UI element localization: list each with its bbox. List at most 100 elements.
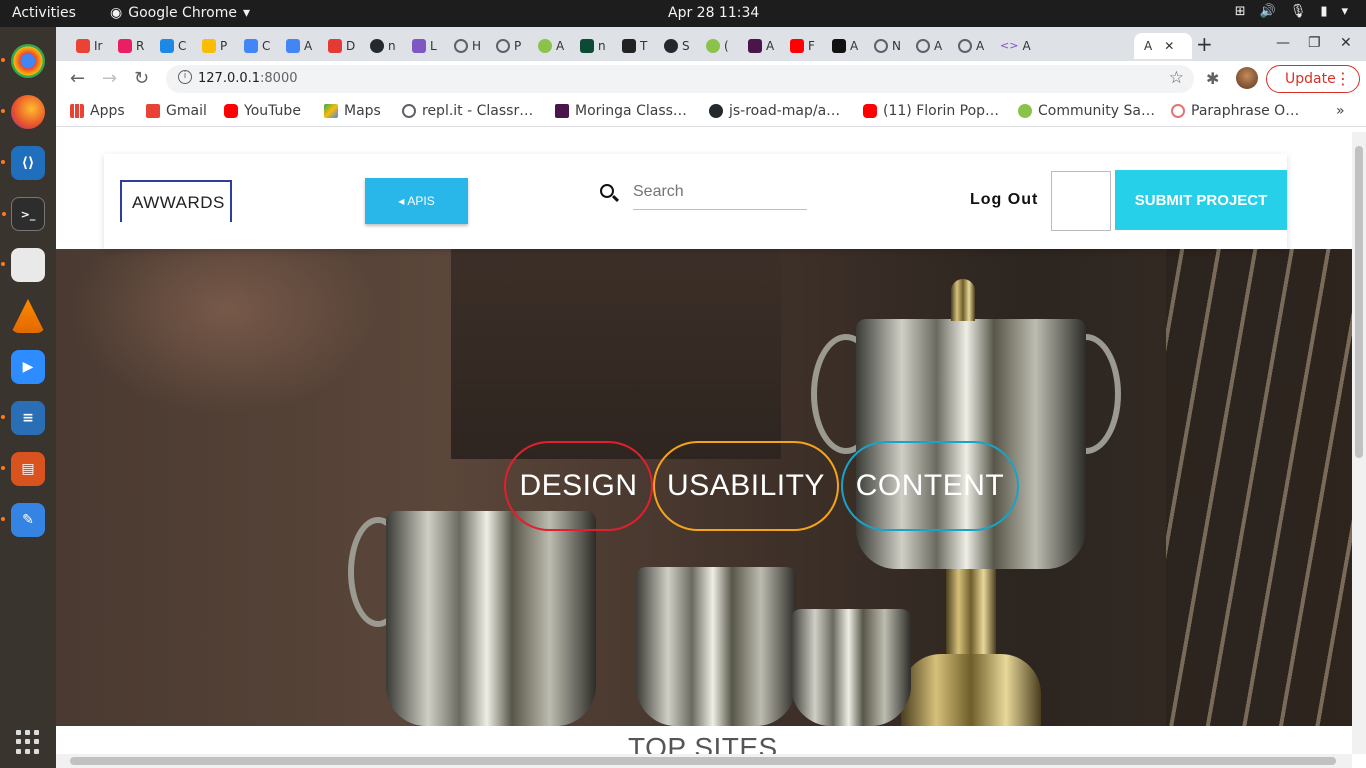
large-trophy-finial xyxy=(951,279,975,321)
apis-button[interactable]: ◀ APIS xyxy=(365,178,468,224)
minimize-icon[interactable]: — xyxy=(1276,35,1290,51)
chrome-dock-icon[interactable] xyxy=(1,44,45,78)
info-icon[interactable]: i xyxy=(178,70,192,84)
brand-logo[interactable]: AWWARDS xyxy=(120,180,232,222)
active-tab[interactable]: A ✕ xyxy=(1134,33,1192,59)
tab[interactable]: A xyxy=(822,33,860,59)
apps-grid-icon xyxy=(70,104,84,118)
show-applications-icon[interactable] xyxy=(16,730,40,754)
tab[interactable]: L xyxy=(402,33,440,59)
vertical-scrollbar[interactable] xyxy=(1352,132,1366,754)
tab[interactable]: H xyxy=(444,33,482,59)
bookmark-maps[interactable]: Maps xyxy=(324,103,381,119)
django-icon xyxy=(580,39,594,53)
docs-icon xyxy=(286,39,300,53)
address-bar[interactable]: i 127.0.0.1:8000 ☆ xyxy=(166,65,1194,93)
tab[interactable]: A xyxy=(276,33,314,59)
terminal-dock-icon[interactable]: >_ xyxy=(2,197,45,231)
tab[interactable]: <> A xyxy=(990,33,1031,59)
tab[interactable]: n xyxy=(360,33,398,59)
extensions-icon[interactable]: ✱ xyxy=(1206,69,1219,88)
bookmark-js-road-map[interactable]: js-road-map/a… xyxy=(709,103,840,119)
bookmark-gmail[interactable]: Gmail xyxy=(146,103,207,119)
new-tab-button[interactable]: + xyxy=(1196,32,1213,56)
usability-pill[interactable]: USABILITY xyxy=(653,441,839,531)
gmail-icon xyxy=(76,39,90,53)
github-icon xyxy=(709,104,723,118)
bookmarks-overflow-button[interactable]: » xyxy=(1336,103,1345,119)
more-menu-icon[interactable]: ⋮ xyxy=(1335,69,1351,88)
slack-icon xyxy=(748,39,762,53)
paraphrase-icon xyxy=(1171,104,1185,118)
globe-icon xyxy=(916,39,930,53)
close-window-icon[interactable]: ✕ xyxy=(1340,35,1352,51)
tab-strip: Ir R C P C A D n L H P A n T S ( A F A N… xyxy=(56,27,1366,61)
tab[interactable]: T xyxy=(612,33,650,59)
maximize-icon[interactable]: ❐ xyxy=(1308,35,1321,51)
vertical-scroll-thumb[interactable] xyxy=(1355,146,1363,458)
tab[interactable]: A xyxy=(906,33,944,59)
microphone-icon: 🎙 xyxy=(1289,4,1307,19)
volume-icon: 🔊 xyxy=(1259,4,1276,19)
tab[interactable]: C xyxy=(234,33,272,59)
content-pill[interactable]: CONTENT xyxy=(841,441,1019,531)
horizontal-scrollbar[interactable] xyxy=(56,754,1352,768)
design-pill[interactable]: DESIGN xyxy=(504,441,653,531)
clock[interactable]: Apr 28 11:34 xyxy=(668,5,759,21)
bookmark-replit[interactable]: repl.it - Classr… xyxy=(402,103,533,119)
globe-icon xyxy=(496,39,510,53)
profile-avatar[interactable] xyxy=(1236,67,1258,89)
vscode-dock-icon[interactable]: ⟨⟩ xyxy=(1,146,45,180)
drive-icon xyxy=(202,39,216,53)
search-input[interactable] xyxy=(633,174,807,210)
tab[interactable]: C xyxy=(150,33,188,59)
bookmark-community[interactable]: Community Sa… xyxy=(1018,103,1155,119)
small-trophy-cup xyxy=(386,511,596,726)
tab[interactable]: A xyxy=(528,33,566,59)
profile-image[interactable] xyxy=(1051,171,1111,231)
tab[interactable]: D xyxy=(318,33,356,59)
palm-icon xyxy=(706,39,720,53)
impress-dock-icon[interactable]: ▤ xyxy=(1,452,45,486)
logout-link[interactable]: Log Out xyxy=(970,191,1038,209)
submit-project-button[interactable]: SUBMIT PROJECT xyxy=(1115,170,1287,230)
reload-icon[interactable]: ↻ xyxy=(134,68,149,89)
bookmark-paraphrase[interactable]: Paraphrase O… xyxy=(1171,103,1299,119)
browser-window: Ir R C P C A D n L H P A n T S ( A F A N… xyxy=(56,27,1366,768)
writer-dock-icon[interactable]: ≡ xyxy=(1,401,45,435)
horizontal-scroll-thumb[interactable] xyxy=(70,757,1336,765)
system-tray[interactable]: ⊞ 🔊 🎙 ▮ ▾ xyxy=(1235,4,1348,19)
tab[interactable]: N xyxy=(864,33,902,59)
update-button[interactable]: Update ⋮ xyxy=(1266,65,1360,93)
tab[interactable]: R xyxy=(108,33,146,59)
firefox-dock-icon[interactable] xyxy=(1,95,45,129)
tab[interactable]: n xyxy=(570,33,608,59)
bookmark-youtube[interactable]: YouTube xyxy=(224,103,301,119)
bookmark-apps[interactable]: Apps xyxy=(70,103,125,119)
tab[interactable]: A xyxy=(738,33,776,59)
tab[interactable]: Ir xyxy=(66,33,104,59)
tab-favicon-icon xyxy=(622,39,636,53)
bookmarks-bar: Apps Gmail YouTube Maps repl.it - Classr… xyxy=(56,97,1366,127)
tab[interactable]: F xyxy=(780,33,818,59)
forward-icon[interactable]: → xyxy=(102,68,117,89)
zoom-dock-icon[interactable]: ▶ xyxy=(11,350,45,384)
bookmark-moringa[interactable]: Moringa Class… xyxy=(555,103,687,119)
app-menu[interactable]: ◉ Google Chrome ▾ xyxy=(110,5,250,21)
tab[interactable]: S xyxy=(654,33,692,59)
tab[interactable]: P xyxy=(192,33,230,59)
files-dock-icon[interactable] xyxy=(1,248,45,282)
back-icon[interactable]: ← xyxy=(70,68,85,89)
hero-banner: DESIGN USABILITY CONTENT xyxy=(56,249,1352,726)
tab[interactable]: A xyxy=(948,33,986,59)
top-sites-heading: TOP SITES xyxy=(628,732,778,754)
vlc-dock-icon[interactable] xyxy=(11,299,45,333)
bookmark-florin-pop[interactable]: (11) Florin Pop… xyxy=(863,103,999,119)
large-trophy-stem xyxy=(946,569,996,659)
tab[interactable]: P xyxy=(486,33,524,59)
bookmark-star-icon[interactable]: ☆ xyxy=(1169,68,1184,88)
activities-button[interactable]: Activities xyxy=(12,5,76,21)
tab[interactable]: ( xyxy=(696,33,734,59)
close-tab-icon[interactable]: ✕ xyxy=(1164,39,1174,53)
text-editor-dock-icon[interactable]: ✎ xyxy=(1,503,45,537)
